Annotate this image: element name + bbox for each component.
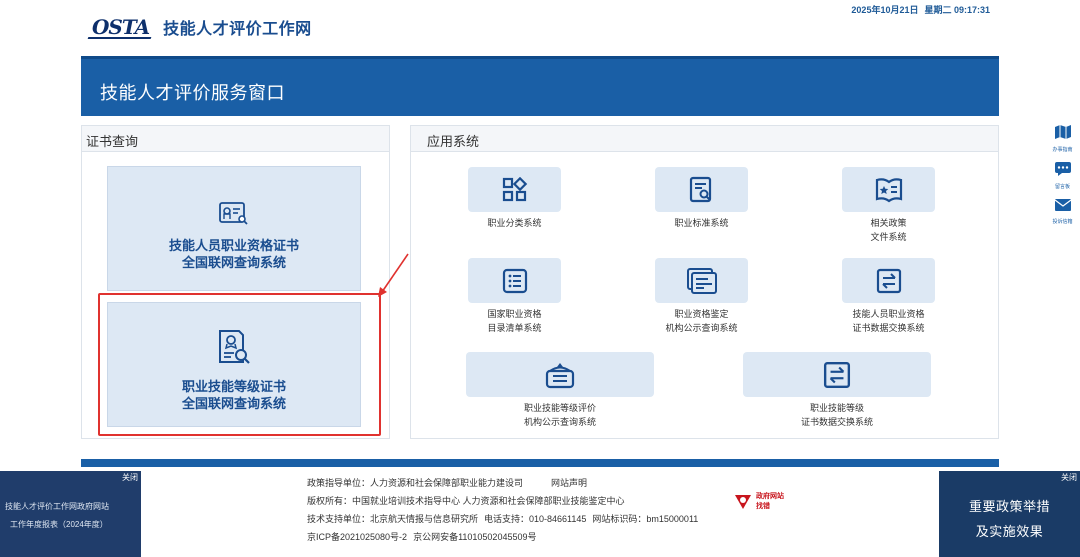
building-icon: [466, 352, 654, 397]
highlight-annotation-box: [98, 293, 381, 436]
close-button[interactable]: 关闭: [1061, 472, 1077, 483]
policy-measures-float[interactable]: 关闭 重要政策举措 及实施效果: [939, 471, 1080, 557]
service-banner: 技能人才评价服务窗口: [81, 56, 999, 116]
footer-site-id: 网站标识码：bm15000011: [592, 514, 699, 524]
policy-float-line2: 及实施效果: [975, 524, 1044, 539]
side-guide-label: 办事指南: [1052, 147, 1073, 153]
gov-site-error-report-badge[interactable]: 政府网站 找错: [733, 492, 784, 512]
annual-report-float[interactable]: 关闭 技能人才评价工作网政府网站 工作年度报表（2024年度）: [0, 471, 141, 557]
cert-query-1-line2: 全国联网查询系统: [181, 255, 286, 270]
weekday-time-text: 星期二 09:17:31: [924, 5, 990, 15]
annual-report-line1: 技能人才评价工作网政府网站: [5, 502, 109, 511]
side-message-board-button[interactable]: 留言板: [1045, 161, 1080, 196]
footer-divider: [81, 459, 999, 467]
app-qualification-data-exchange[interactable]: 技能人员职业资格 证书数据交换系统: [842, 258, 935, 335]
app-skill-certificate-data-exchange[interactable]: 职业技能等级 证书数据交换系统: [743, 352, 931, 429]
exchange-icon: [842, 258, 935, 303]
app-occupation-classification[interactable]: 职业分类系统: [468, 167, 561, 230]
footer-icp-link[interactable]: 京ICP备2021025080号-2: [307, 532, 407, 542]
footer-phone: 电话支持：010-84661145: [484, 514, 587, 524]
footer-tech-support: 技术支持单位：北京航天情报与信息研究所: [307, 514, 479, 524]
app-systems-heading: 应用系统: [411, 126, 998, 152]
side-complaint-mail-button[interactable]: 投诉信箱: [1045, 198, 1080, 233]
cert-query-1-line1: 技能人员职业资格证书: [168, 238, 299, 253]
app-label: 国家职业资格 目录清单系统: [487, 309, 542, 333]
app-label: 职业技能等级 证书数据交换系统: [800, 403, 873, 427]
banner-title: 技能人才评价服务窗口: [100, 83, 285, 103]
osta-logo: OSTA: [92, 15, 150, 39]
mail-icon: [1054, 199, 1071, 211]
star-book-icon: [842, 167, 935, 212]
app-qualification-catalog[interactable]: 国家职业资格 目录清单系统: [468, 258, 561, 335]
app-label: 相关政策 文件系统: [870, 218, 907, 242]
map-icon: [1054, 125, 1071, 139]
site-statement-link[interactable]: 网站声明: [551, 478, 587, 488]
annual-report-line2: 工作年度报表（2024年度）: [10, 520, 108, 529]
side-message-label: 留言板: [1054, 184, 1070, 190]
document-search-icon: [655, 167, 748, 212]
cert-query-heading: 证书查询: [82, 126, 389, 152]
app-related-policies[interactable]: 相关政策 文件系统: [842, 167, 935, 244]
side-complaint-label: 投诉信箱: [1052, 219, 1073, 225]
gov-badge-line2: 找错: [756, 503, 770, 510]
app-label: 职业技能等级评价 机构公示查询系统: [523, 403, 596, 427]
list-icon: [468, 258, 561, 303]
exchange-icon: [743, 352, 931, 397]
site-title: 技能人才评价工作网: [163, 21, 312, 38]
gov-badge-icon: [735, 495, 751, 509]
grid-apps-icon: [468, 167, 561, 212]
footer-police-record-link[interactable]: 京公网安备11010502045509号: [413, 532, 536, 542]
chat-icon: [1054, 162, 1071, 176]
close-button[interactable]: 关闭: [122, 472, 138, 483]
app-label: 职业资格鉴定 机构公示查询系统: [665, 309, 738, 333]
app-label: 职业分类系统: [487, 218, 542, 228]
datetime: 2025年10月21日 星期二 09:17:31: [851, 3, 990, 16]
site-logo[interactable]: OSTA 技能人才评价工作网: [92, 15, 312, 39]
footer-copyright: 版权所有：中国就业培训技术指导中心 人力资源和社会保障部职业技能鉴定中心: [307, 496, 625, 506]
certificate-badge-icon: [108, 200, 360, 231]
app-label: 职业标准系统: [674, 218, 729, 228]
side-guide-button[interactable]: 办事指南: [1045, 124, 1080, 159]
date-text: 2025年10月21日: [851, 5, 919, 15]
footer-policy-unit: 政策指导单位：人力资源和社会保障部职业能力建设司: [307, 478, 524, 488]
app-skill-evaluation-institutions[interactable]: 职业技能等级评价 机构公示查询系统: [466, 352, 654, 429]
policy-float-line1: 重要政策举措: [968, 499, 1050, 514]
gov-badge-line1: 政府网站: [756, 493, 784, 500]
app-appraisal-institutions[interactable]: 职业资格鉴定 机构公示查询系统: [655, 258, 748, 335]
app-occupation-standards[interactable]: 职业标准系统: [655, 167, 748, 230]
app-label: 技能人员职业资格 证书数据交换系统: [852, 309, 925, 333]
site-footer: 政策指导单位：人力资源和社会保障部职业能力建设司 网站声明 版权所有：中国就业培训…: [307, 474, 698, 546]
cert-query-professional-qualification[interactable]: 技能人员职业资格证书 全国联网查询系统: [107, 166, 361, 291]
cards-icon: [655, 258, 748, 303]
side-toolbar: 办事指南 留言板 投诉信箱: [1045, 124, 1080, 235]
annotation-arrow-icon: [378, 253, 409, 297]
